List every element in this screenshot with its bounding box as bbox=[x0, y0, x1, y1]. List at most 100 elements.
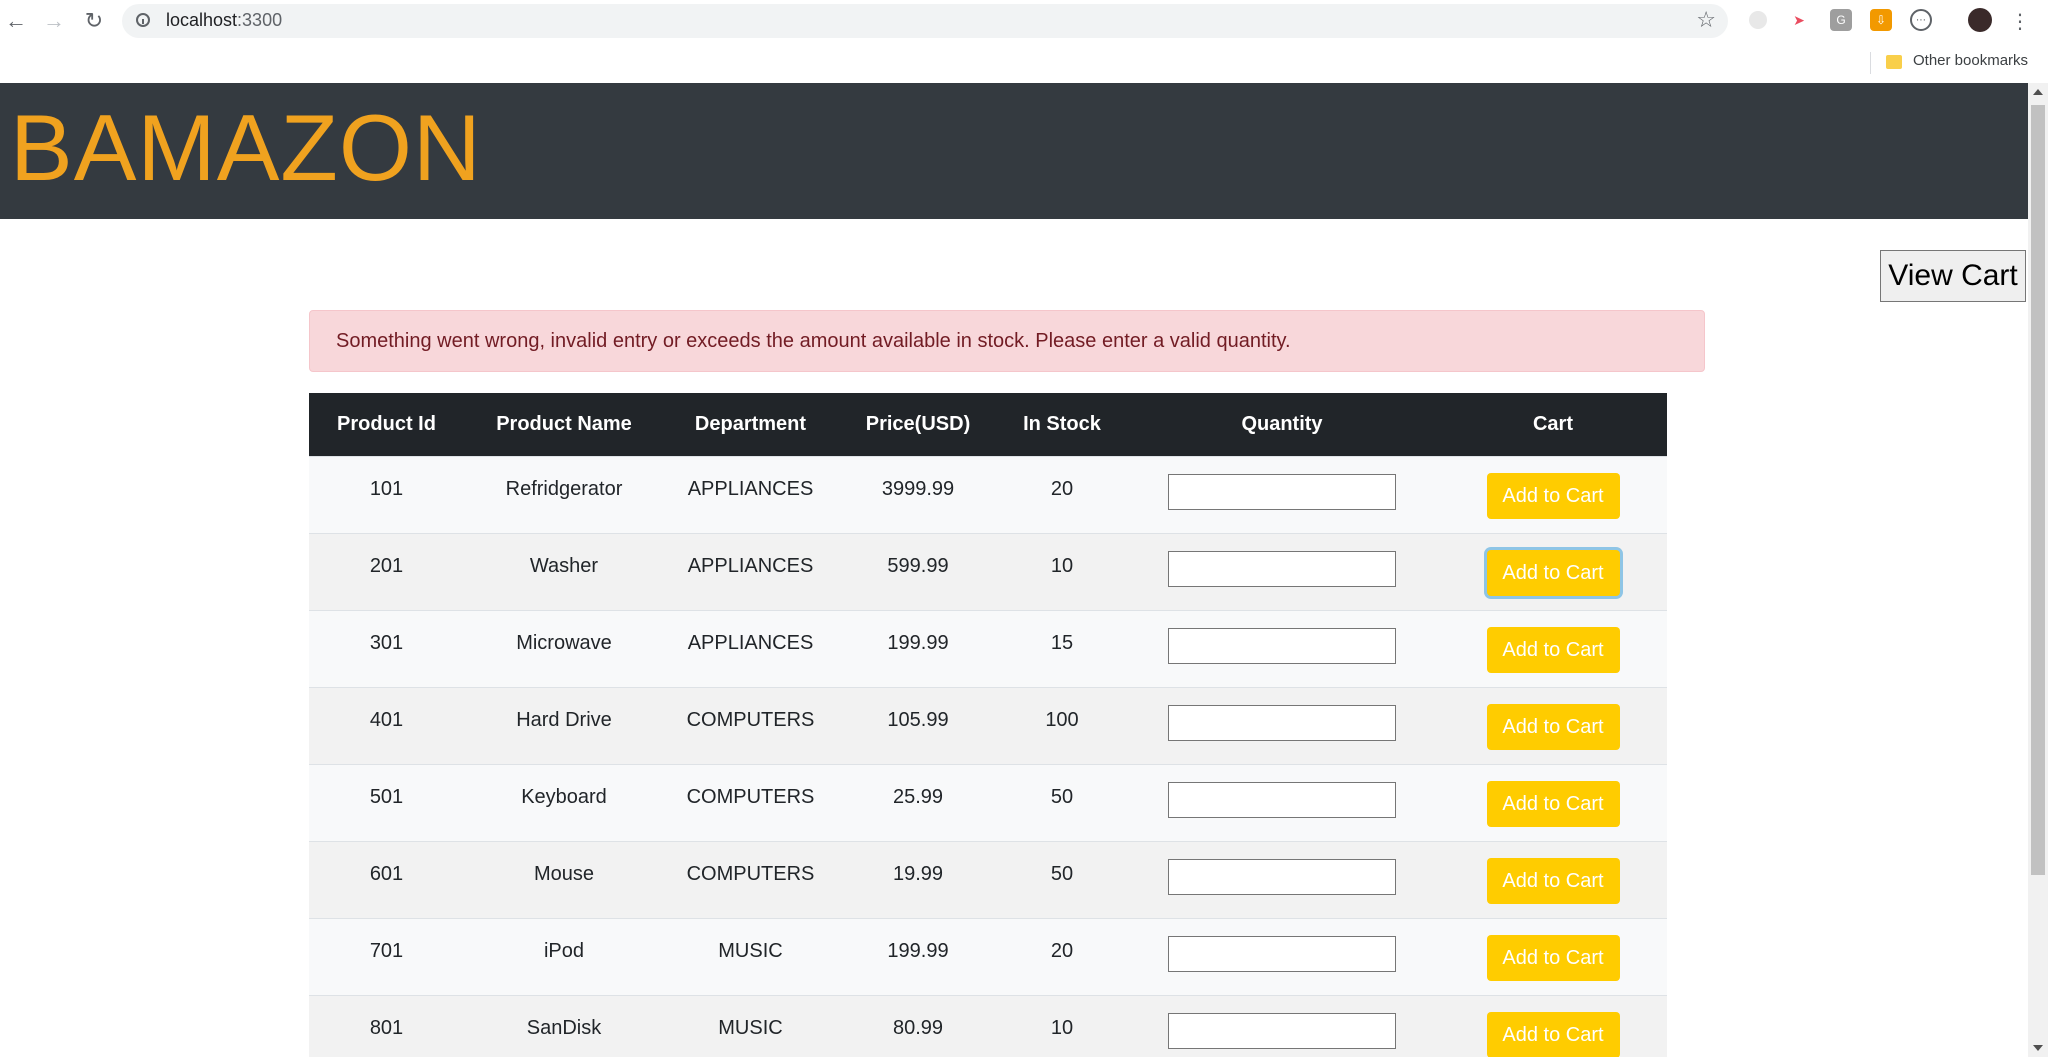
quantity-input[interactable] bbox=[1168, 551, 1396, 587]
department: APPLIANCES bbox=[687, 631, 814, 654]
price: 599.99 bbox=[887, 554, 949, 577]
cart-cell: Add to Cart bbox=[1439, 687, 1667, 765]
extension-orange-icon[interactable]: ⇩ bbox=[1870, 9, 1892, 31]
price-cell: 599.99 bbox=[837, 533, 999, 611]
extension-face-icon[interactable]: ⋯ bbox=[1910, 9, 1932, 31]
column-header-product-name: Product Name bbox=[464, 393, 664, 457]
department: APPLIANCES bbox=[687, 477, 814, 500]
product-name: Refridgerator bbox=[505, 477, 623, 500]
add-to-cart-button[interactable]: Add to Cart bbox=[1486, 858, 1620, 904]
add-to-cart-button[interactable]: Add to Cart bbox=[1486, 781, 1620, 827]
folder-icon bbox=[1886, 55, 1902, 69]
product-id-cell: 301 bbox=[309, 610, 464, 688]
price-cell: 3999.99 bbox=[837, 456, 999, 534]
table-row: 501 Keyboard COMPUTERS 25.99 50 Add to C… bbox=[309, 764, 1667, 842]
department-cell: COMPUTERS bbox=[664, 841, 837, 919]
site-info-icon[interactable] bbox=[136, 13, 150, 27]
view-cart-button[interactable]: View Cart bbox=[1880, 250, 2026, 302]
product-id: 401 bbox=[369, 708, 404, 731]
quantity-input[interactable] bbox=[1168, 936, 1396, 972]
brand-title: BAMAZON bbox=[10, 95, 482, 200]
product-id-cell: 501 bbox=[309, 764, 464, 842]
other-bookmarks-link[interactable]: Other bookmarks bbox=[1913, 52, 2028, 69]
column-header-price: Price(USD) bbox=[837, 393, 999, 457]
column-header-product-id: Product Id bbox=[309, 393, 464, 457]
cart-cell: Add to Cart bbox=[1439, 764, 1667, 842]
cart-cell: Add to Cart bbox=[1439, 841, 1667, 919]
page-scrollbar[interactable] bbox=[2028, 83, 2048, 1057]
bookmark-star-icon[interactable]: ☆ bbox=[1696, 7, 1716, 33]
extension-circle-icon[interactable] bbox=[1749, 11, 1767, 29]
stock-cell: 10 bbox=[999, 533, 1125, 611]
quantity-input[interactable] bbox=[1168, 859, 1396, 895]
product-name: Hard Drive bbox=[516, 708, 612, 731]
product-name: Keyboard bbox=[521, 785, 607, 808]
add-to-cart-button[interactable]: Add to Cart bbox=[1486, 704, 1620, 750]
add-to-cart-button[interactable]: Add to Cart bbox=[1486, 473, 1620, 519]
cart-cell: Add to Cart bbox=[1439, 995, 1667, 1057]
product-name: Washer bbox=[529, 554, 599, 577]
stock-cell: 20 bbox=[999, 918, 1125, 996]
products-table: Product Id Product Name Department Price… bbox=[309, 393, 1667, 1057]
quantity-input[interactable] bbox=[1168, 474, 1396, 510]
product-name: Microwave bbox=[516, 631, 612, 654]
add-to-cart-button[interactable]: Add to Cart bbox=[1486, 550, 1620, 596]
back-arrow-icon[interactable]: ← bbox=[2, 7, 30, 35]
quantity-cell bbox=[1125, 995, 1439, 1057]
table-header-row: Product Id Product Name Department Price… bbox=[309, 393, 1667, 457]
product-name-cell: Washer bbox=[464, 533, 664, 611]
reload-icon[interactable]: ↻ bbox=[80, 7, 108, 35]
forward-arrow-icon[interactable]: → bbox=[40, 7, 68, 35]
product-id-cell: 401 bbox=[309, 687, 464, 765]
price: 80.99 bbox=[892, 1016, 944, 1039]
column-header-quantity: Quantity bbox=[1125, 393, 1439, 457]
stock-cell: 50 bbox=[999, 764, 1125, 842]
scroll-down-arrow-icon[interactable] bbox=[2033, 1045, 2043, 1051]
quantity-input[interactable] bbox=[1168, 705, 1396, 741]
product-id-cell: 201 bbox=[309, 533, 464, 611]
price-cell: 199.99 bbox=[837, 610, 999, 688]
quantity-cell bbox=[1125, 918, 1439, 996]
extension-g-icon[interactable]: G bbox=[1830, 9, 1852, 31]
stock: 10 bbox=[1050, 1016, 1074, 1039]
quantity-input[interactable] bbox=[1168, 628, 1396, 664]
product-name-cell: Microwave bbox=[464, 610, 664, 688]
stock-cell: 10 bbox=[999, 995, 1125, 1057]
table-row: 801 SanDisk MUSIC 80.99 10 Add to Cart bbox=[309, 995, 1667, 1057]
price-cell: 25.99 bbox=[837, 764, 999, 842]
price: 19.99 bbox=[892, 862, 944, 885]
stock: 20 bbox=[1050, 939, 1074, 962]
browser-toolbar: ← → ↻ localhost:3300 ☆ ➤ G ⇩ ⋯ ⋮ bbox=[0, 0, 2048, 42]
scroll-up-arrow-icon[interactable] bbox=[2033, 89, 2043, 95]
bookmarks-bar: Other bookmarks bbox=[0, 42, 2048, 82]
profile-avatar[interactable] bbox=[1968, 8, 1992, 32]
department-cell: MUSIC bbox=[664, 995, 837, 1057]
department-cell: APPLIANCES bbox=[664, 533, 837, 611]
quantity-input[interactable] bbox=[1168, 1013, 1396, 1049]
stock-cell: 20 bbox=[999, 456, 1125, 534]
add-to-cart-button[interactable]: Add to Cart bbox=[1486, 1012, 1620, 1057]
quantity-input[interactable] bbox=[1168, 782, 1396, 818]
cart-cell: Add to Cart bbox=[1439, 533, 1667, 611]
error-alert-message: Something went wrong, invalid entry or e… bbox=[336, 329, 1291, 352]
stock: 50 bbox=[1050, 785, 1074, 808]
product-name: SanDisk bbox=[526, 1016, 602, 1039]
add-to-cart-button[interactable]: Add to Cart bbox=[1486, 935, 1620, 981]
address-bar[interactable]: localhost:3300 ☆ bbox=[122, 4, 1728, 38]
column-header-in-stock: In Stock bbox=[999, 393, 1125, 457]
price: 199.99 bbox=[887, 939, 949, 962]
price: 105.99 bbox=[887, 708, 949, 731]
price: 3999.99 bbox=[881, 477, 955, 500]
scrollbar-thumb[interactable] bbox=[2031, 105, 2045, 875]
department-cell: MUSIC bbox=[664, 918, 837, 996]
add-to-cart-button[interactable]: Add to Cart bbox=[1486, 627, 1620, 673]
quantity-cell bbox=[1125, 533, 1439, 611]
extension-arrow-icon[interactable]: ➤ bbox=[1788, 9, 1810, 31]
department-cell: COMPUTERS bbox=[664, 687, 837, 765]
menu-dots-icon[interactable]: ⋮ bbox=[2006, 7, 2034, 35]
cart-cell: Add to Cart bbox=[1439, 456, 1667, 534]
price: 199.99 bbox=[887, 631, 949, 654]
product-id: 301 bbox=[369, 631, 404, 654]
table-row: 401 Hard Drive COMPUTERS 105.99 100 Add … bbox=[309, 687, 1667, 765]
table-row: 601 Mouse COMPUTERS 19.99 50 Add to Cart bbox=[309, 841, 1667, 919]
